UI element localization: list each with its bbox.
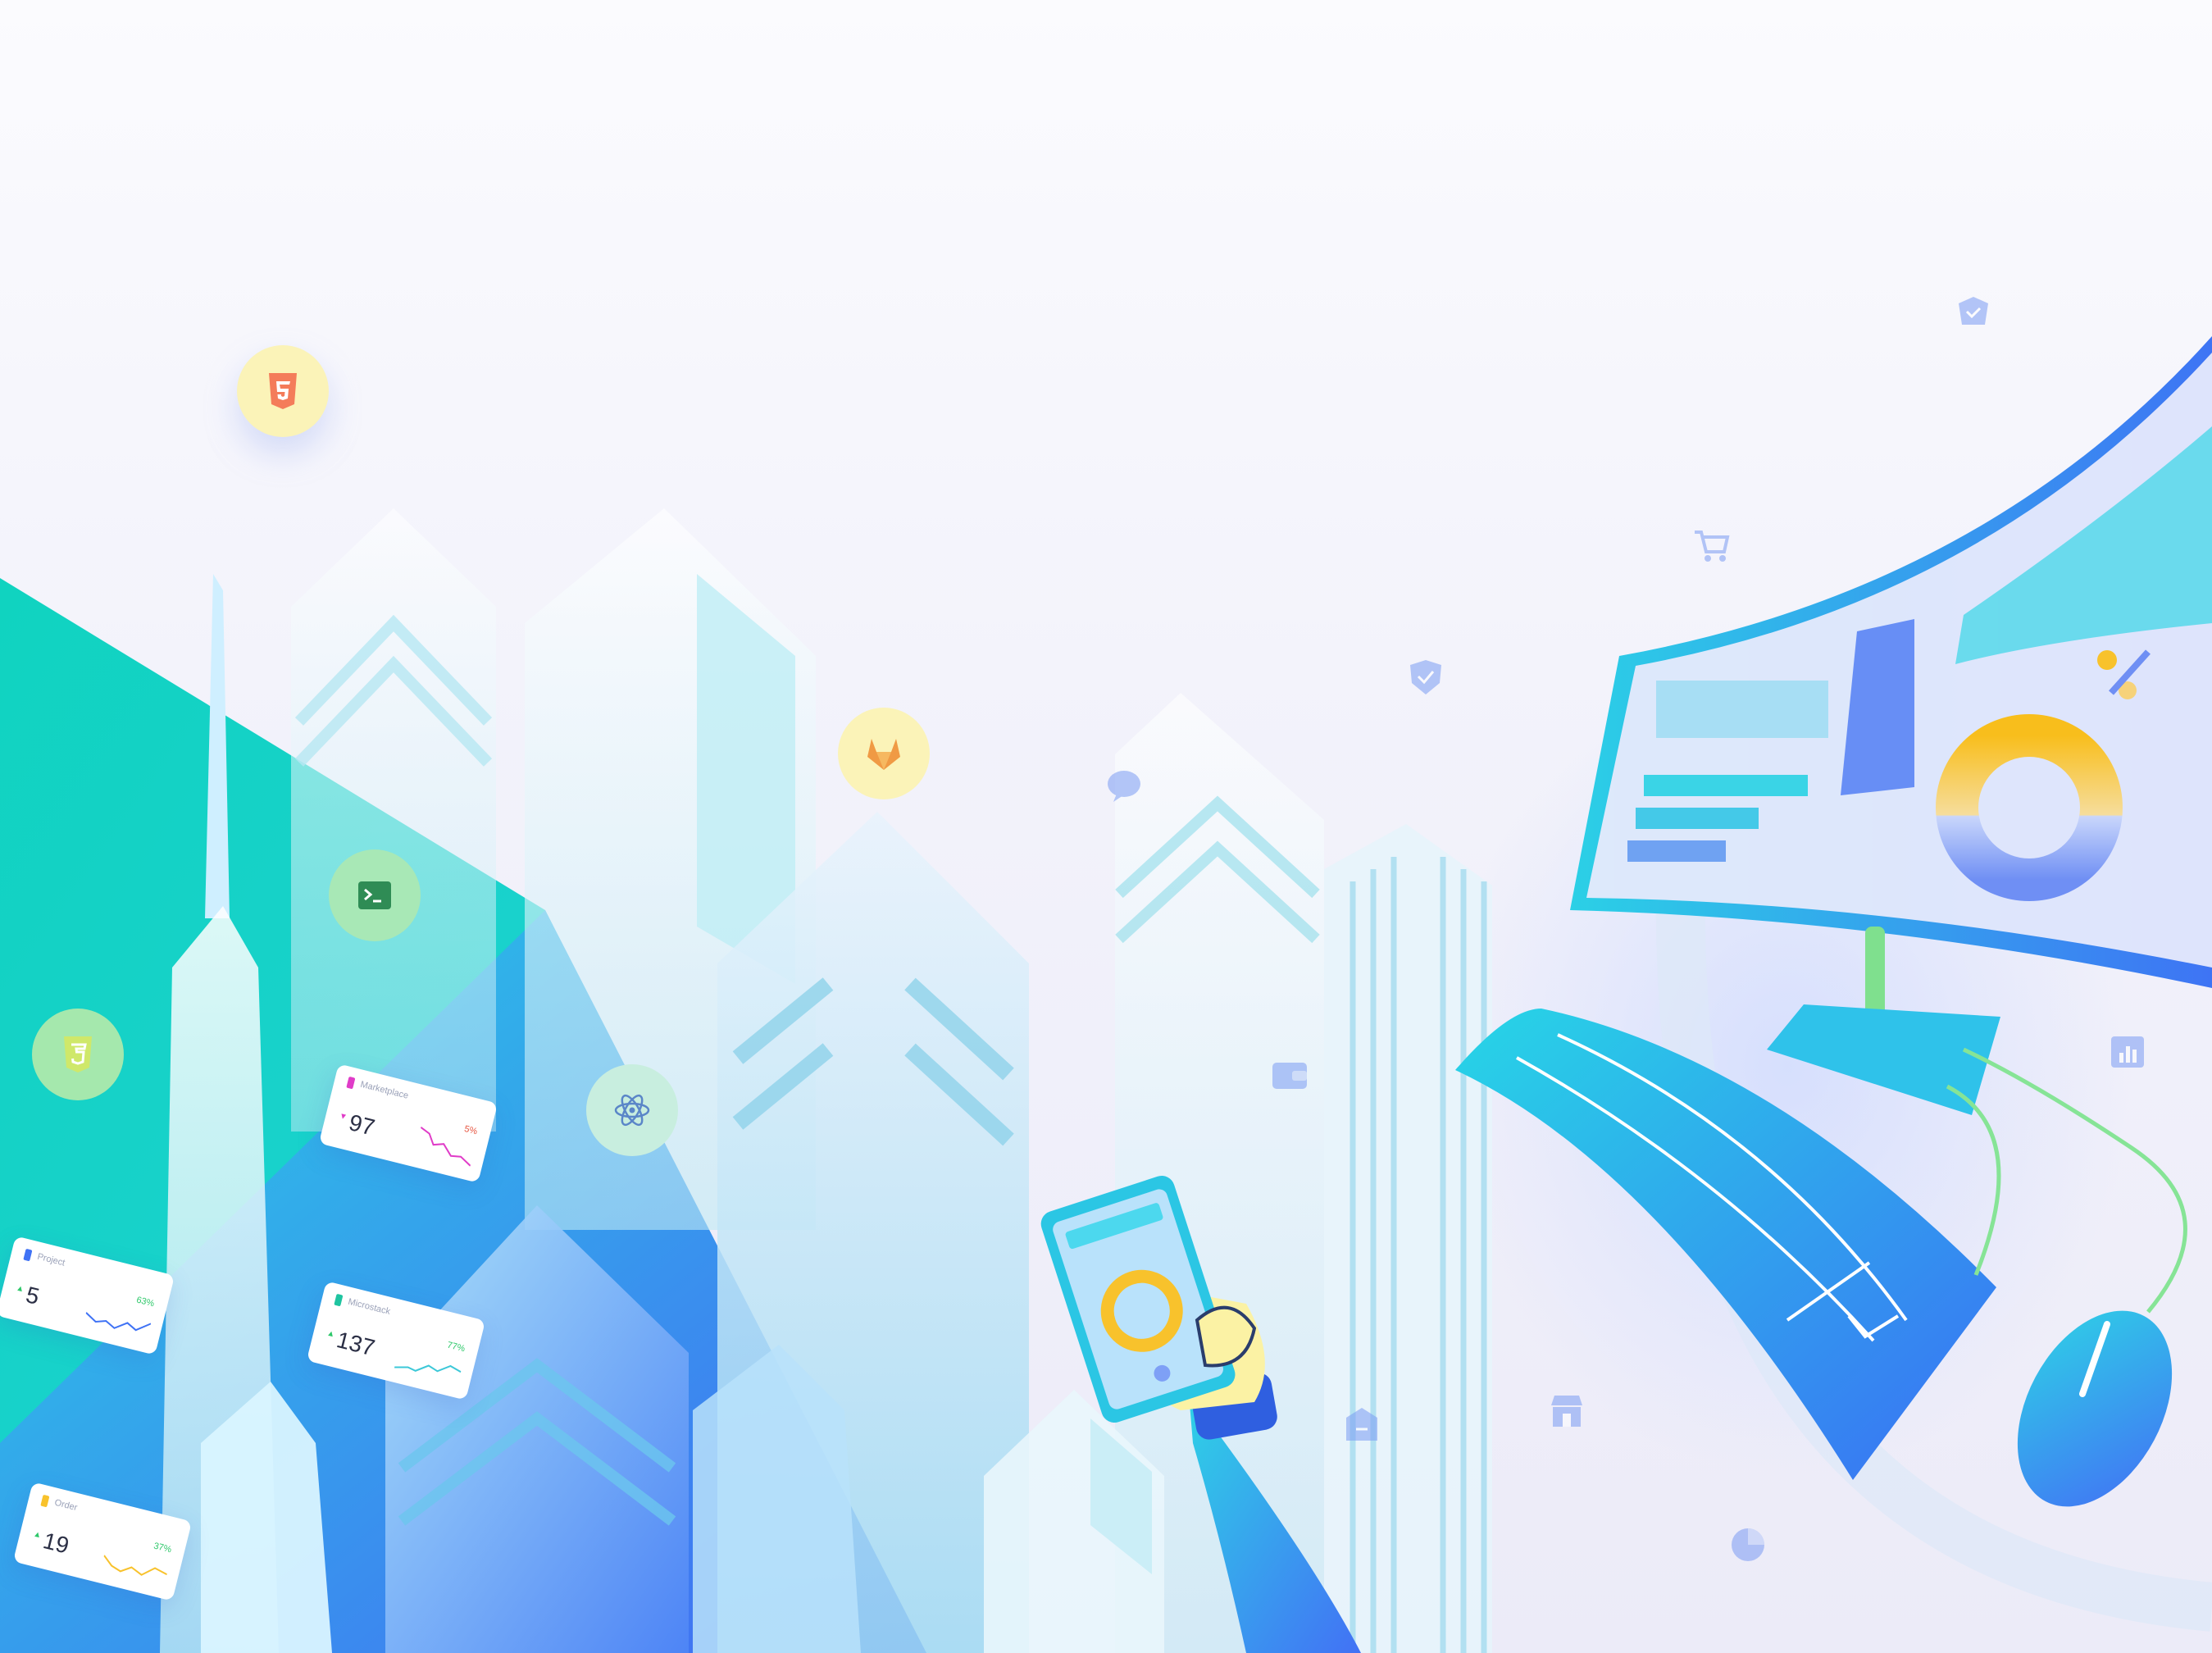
card-label: Project [36, 1251, 66, 1268]
monitor-panel-1 [1656, 681, 1828, 738]
trend-up-icon: ▲ [15, 1283, 25, 1295]
monitor-panel-3 [1636, 808, 1759, 829]
store-icon [1548, 1394, 1586, 1436]
gitlab-bubble [838, 708, 930, 799]
gitlab-icon [867, 739, 900, 770]
chart-icon [2110, 1035, 2146, 1077]
css3-bubble [32, 1009, 124, 1100]
card-value: 97 [346, 1109, 378, 1141]
card-label: Order [53, 1497, 79, 1514]
card-label: Microstack [347, 1296, 392, 1318]
card-value: 5 [23, 1282, 43, 1309]
card-percent: 63% [135, 1295, 156, 1309]
chat-icon [1107, 769, 1141, 809]
cart-icon [1693, 529, 1731, 571]
card-tag [23, 1248, 33, 1262]
card-tag [346, 1076, 356, 1090]
wallet-icon [1271, 1058, 1309, 1098]
card-percent: 77% [446, 1340, 467, 1355]
terminal-bubble [329, 849, 421, 941]
card-tag [334, 1293, 344, 1307]
pie-icon [1730, 1527, 1766, 1570]
sparkline [103, 1555, 168, 1576]
card-tag [40, 1494, 50, 1508]
monitor-panel-2 [1644, 775, 1808, 796]
trend-down-icon: ▼ [338, 1111, 348, 1122]
tower-striped [1324, 824, 1492, 1653]
shield-check-icon [1409, 658, 1443, 704]
card-label: Marketplace [359, 1079, 410, 1101]
illustration-scene [0, 336, 2212, 1653]
html5-icon [269, 373, 297, 409]
react-bubble [586, 1064, 678, 1156]
html5-bubble [237, 345, 329, 437]
card-value: 19 [40, 1528, 72, 1559]
card-value: 137 [334, 1327, 378, 1361]
trend-up-icon: ▲ [325, 1328, 336, 1340]
terminal-icon [358, 881, 391, 909]
tower-bg-1 [291, 508, 496, 1132]
trend-up-icon: ▲ [32, 1529, 43, 1541]
monitor-panel-4 [1627, 840, 1726, 862]
react-icon [614, 1094, 650, 1127]
inbox-icon [1955, 295, 1991, 335]
card-percent: 37% [152, 1541, 173, 1555]
sparkline [85, 1312, 152, 1332]
sparkline [394, 1364, 462, 1373]
css3-icon [64, 1036, 92, 1072]
tag-icon [1345, 1406, 1379, 1450]
percent-dot-1 [2097, 650, 2117, 670]
